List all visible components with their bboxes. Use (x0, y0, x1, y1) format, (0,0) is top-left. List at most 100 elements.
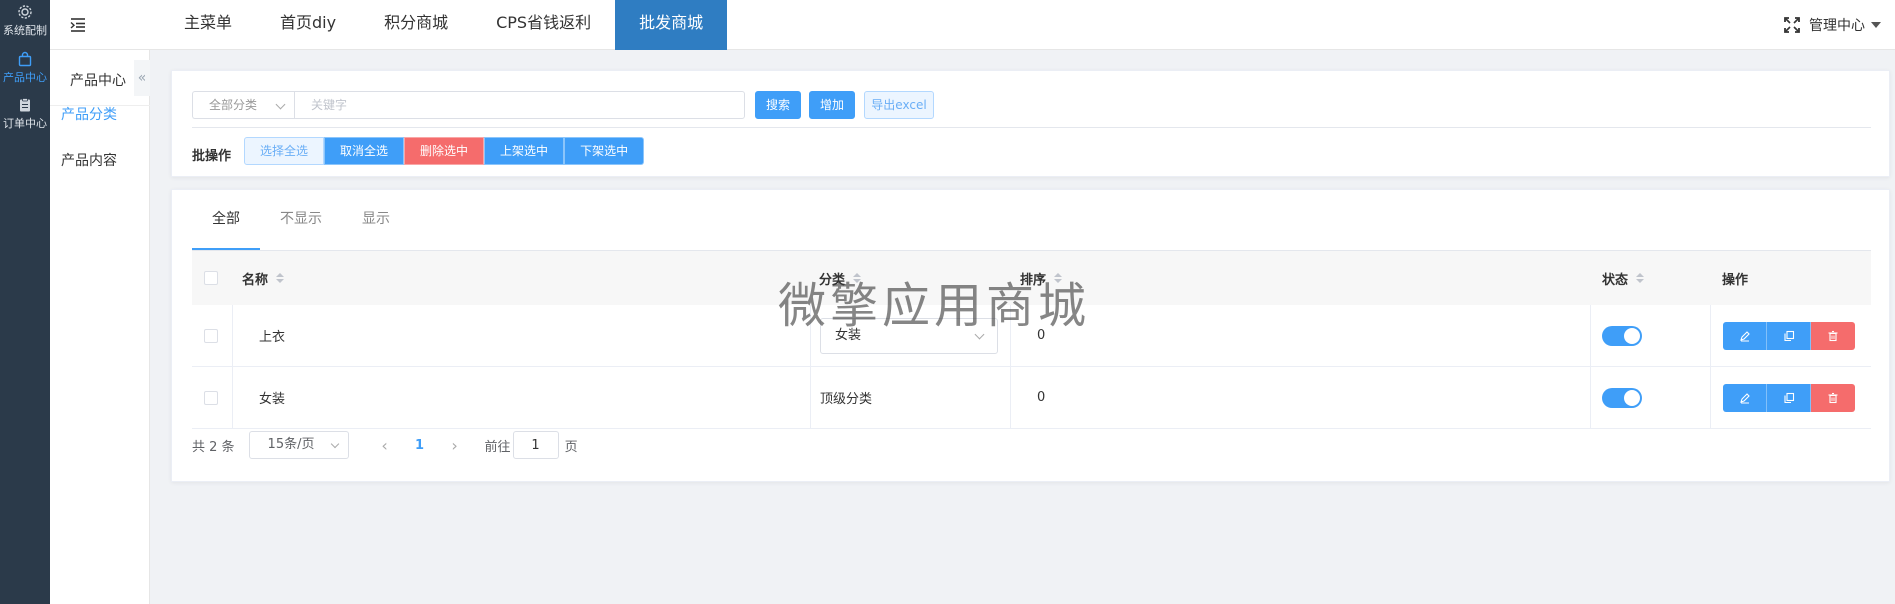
keyword-input[interactable] (294, 91, 745, 119)
nav-main-menu[interactable]: 主菜单 (160, 0, 256, 50)
cell-divider (1590, 367, 1591, 428)
category-filter-select[interactable]: 全部分类 (192, 91, 294, 119)
row-checkbox[interactable] (204, 390, 218, 405)
trash-icon (1828, 330, 1838, 341)
delete-button[interactable] (1811, 321, 1855, 350)
chevron-down-icon (275, 99, 286, 110)
row-category-select[interactable]: 女装 (820, 317, 998, 354)
row-sort[interactable]: 0 (1037, 305, 1045, 366)
tab-hidden[interactable]: 不显示 (260, 190, 342, 250)
nav-home-diy[interactable]: 首页diy (256, 0, 360, 50)
rail-item-label: 产品中心 (3, 71, 47, 84)
cell-divider (810, 305, 811, 366)
export-excel-button[interactable]: 导出excel (864, 91, 934, 119)
row-name: 上衣 (259, 330, 286, 345)
rail-item-product[interactable]: 产品中心 (0, 51, 50, 85)
sidebar-item-product-category[interactable]: 产品分类 (61, 104, 117, 124)
nav-cps-rebate[interactable]: CPS省钱返利 (472, 0, 615, 50)
select-all-button[interactable]: 选择全选 (244, 137, 325, 165)
cell-divider (232, 305, 233, 366)
deselect-all-button[interactable]: 取消全选 (324, 137, 405, 165)
cell-divider (1010, 367, 1011, 428)
row-checkbox[interactable] (204, 328, 218, 343)
row-name: 女装 (259, 392, 286, 407)
fullscreen-icon[interactable] (1783, 16, 1801, 34)
nav-wholesale-mall[interactable]: 批发商城 (615, 0, 728, 50)
status-toggle[interactable] (1602, 387, 1642, 408)
rail-item-label: 订单中心 (3, 117, 47, 130)
gear-icon (18, 5, 32, 19)
column-label: 名称 (242, 272, 269, 288)
rail-item-system[interactable]: 系统配制 (0, 4, 50, 38)
unpublish-selected-button[interactable]: 下架选中 (564, 137, 645, 165)
sidebar-item-product-content[interactable]: 产品内容 (61, 150, 117, 170)
table-row: 上衣 女装 0 (192, 305, 1871, 367)
prev-page-button[interactable]: ‹ (365, 436, 405, 455)
category-filter-value: 全部分类 (209, 98, 258, 112)
copy-button[interactable] (1767, 321, 1811, 350)
rail-item-order[interactable]: 订单中心 (0, 97, 50, 131)
left-rail: 系统配制 产品中心 订单中心 (0, 0, 50, 604)
cell-divider (810, 367, 811, 428)
cell-divider (1710, 305, 1711, 366)
sidebar-title: 产品中心 (70, 73, 126, 89)
row-sort[interactable]: 0 (1037, 367, 1045, 428)
tab-all[interactable]: 全部 (192, 190, 260, 250)
batch-ops-label: 批操作 (192, 149, 232, 164)
edit-icon (1739, 330, 1750, 341)
goto-page-input[interactable] (512, 431, 559, 459)
edit-button[interactable] (1723, 383, 1767, 412)
caret-down-icon (1871, 22, 1881, 28)
select-all-checkbox[interactable] (204, 271, 218, 285)
divider (192, 127, 1871, 128)
delete-selected-button[interactable]: 删除选中 (404, 137, 485, 165)
cell-divider (1010, 305, 1011, 366)
column-header-status[interactable]: 状态 (1602, 251, 1645, 305)
page-size-select[interactable]: 15条/页 (248, 431, 349, 459)
sort-icon[interactable] (276, 273, 285, 283)
batch-button-group: 选择全选 取消全选 删除选中 上架选中 下架选中 (244, 137, 645, 165)
add-button[interactable]: 增加 (809, 91, 855, 119)
admin-center-menu[interactable]: 管理中心 (1783, 0, 1881, 50)
chevron-down-icon (330, 439, 339, 449)
column-header-name[interactable]: 名称 (242, 251, 285, 305)
sort-icon[interactable] (853, 273, 862, 283)
column-header-sort[interactable]: 排序 (1020, 251, 1063, 305)
copy-icon (1783, 330, 1794, 341)
tab-visible[interactable]: 显示 (342, 190, 410, 250)
admin-center-label: 管理中心 (1809, 18, 1865, 34)
page-suffix-label: 页 (564, 439, 578, 455)
cell-divider (1590, 305, 1591, 366)
trash-icon (1828, 392, 1838, 403)
chevron-down-icon (974, 329, 985, 339)
sort-icon[interactable] (1054, 273, 1063, 283)
copy-icon (1783, 392, 1794, 403)
copy-button[interactable] (1767, 383, 1811, 412)
row-category-value: 女装 (835, 327, 862, 343)
next-page-button[interactable]: › (435, 436, 475, 455)
status-toggle[interactable] (1602, 325, 1642, 346)
column-label: 分类 (819, 272, 846, 288)
publish-selected-button[interactable]: 上架选中 (484, 137, 565, 165)
edit-button[interactable] (1723, 321, 1767, 350)
collapse-sidebar-button[interactable]: « (134, 60, 150, 96)
cell-divider (232, 367, 233, 428)
table-card: 全部 不显示 显示 名称 分类 排序 状态 操作 上衣 女装 0 女装 顶级分类… (171, 189, 1890, 482)
search-button[interactable]: 搜索 (755, 91, 801, 119)
top-nav: 主菜单 首页diy 积分商城 CPS省钱返利 批发商城 (160, 0, 728, 50)
sort-icon[interactable] (1636, 273, 1645, 283)
menu-toggle-icon[interactable] (68, 15, 88, 35)
delete-button[interactable] (1811, 383, 1855, 412)
page-size-value: 15条/页 (267, 437, 315, 452)
goto-label: 前往 (484, 439, 511, 455)
nav-points-mall[interactable]: 积分商城 (360, 0, 472, 50)
rail-item-label: 系统配制 (3, 24, 47, 37)
page-number-current[interactable]: 1 (405, 438, 435, 453)
row-action-group (1723, 321, 1855, 350)
top-bar: 主菜单 首页diy 积分商城 CPS省钱返利 批发商城 管理中心 (50, 0, 1895, 50)
pagination: 共 2 条 15条/页 ‹ 1 › 前往 页 (192, 431, 578, 459)
row-category: 顶级分类 (820, 392, 873, 407)
table-header: 名称 分类 排序 状态 操作 (192, 251, 1871, 305)
column-label: 状态 (1602, 272, 1629, 288)
column-header-category[interactable]: 分类 (819, 251, 862, 305)
